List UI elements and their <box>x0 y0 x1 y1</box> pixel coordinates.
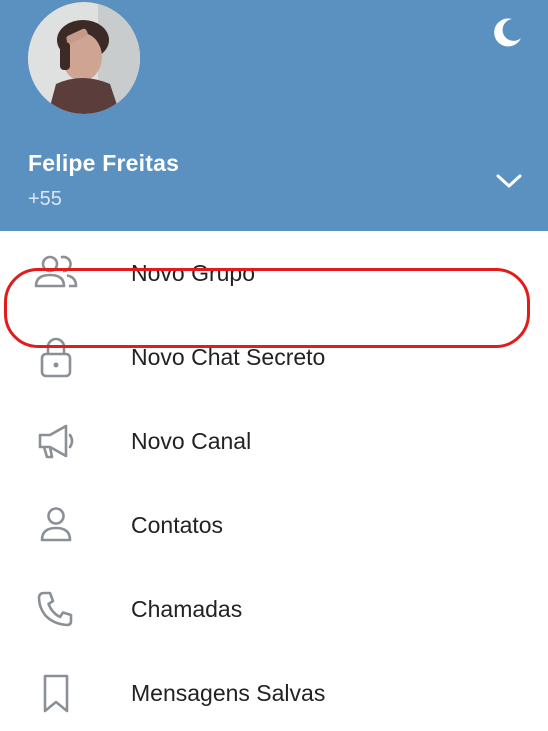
group-icon <box>33 252 79 294</box>
person-icon <box>33 504 79 546</box>
navigation-drawer: Felipe Freitas +55 Novo Grupo Novo Chat … <box>0 0 548 731</box>
moon-icon[interactable] <box>490 16 524 50</box>
drawer-menu: Novo Grupo Novo Chat Secreto Novo Canal … <box>0 231 548 731</box>
menu-item-label: Contatos <box>131 512 224 538</box>
megaphone-icon <box>33 420 79 462</box>
chevron-down-icon[interactable] <box>494 168 524 194</box>
menu-item-new-channel[interactable]: Novo Canal <box>0 399 548 483</box>
menu-item-new-secret-chat[interactable]: Novo Chat Secreto <box>0 315 548 399</box>
user-phone: +55 <box>28 188 62 210</box>
profile-avatar[interactable] <box>28 2 140 114</box>
lock-icon <box>33 336 79 378</box>
menu-item-new-group[interactable]: Novo Grupo <box>0 231 548 315</box>
drawer-header: Felipe Freitas +55 <box>0 0 548 231</box>
menu-item-label: Novo Grupo <box>131 260 256 286</box>
bookmark-icon <box>33 672 79 714</box>
avatar-image <box>28 2 140 114</box>
menu-item-contacts[interactable]: Contatos <box>0 483 548 567</box>
menu-item-label: Mensagens Salvas <box>131 680 326 706</box>
menu-item-calls[interactable]: Chamadas <box>0 567 548 651</box>
menu-item-label: Chamadas <box>131 596 243 622</box>
user-name: Felipe Freitas <box>28 150 180 176</box>
menu-item-saved-messages[interactable]: Mensagens Salvas <box>0 651 548 731</box>
phone-icon <box>33 588 79 630</box>
menu-item-label: Novo Chat Secreto <box>131 344 326 370</box>
menu-item-label: Novo Canal <box>131 428 252 454</box>
